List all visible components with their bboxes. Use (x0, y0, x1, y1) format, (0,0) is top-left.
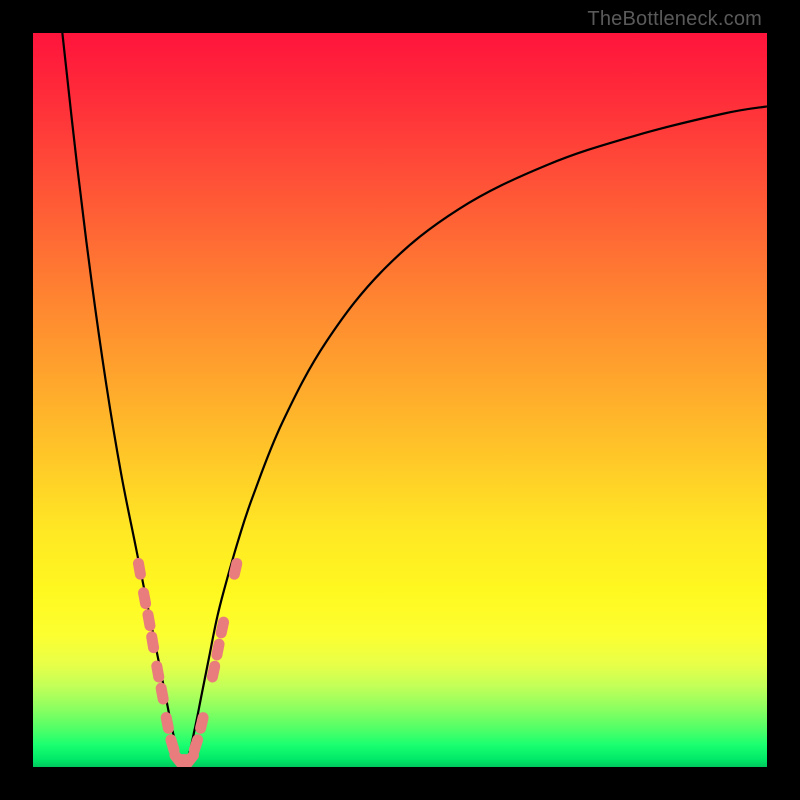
curve-markers (132, 557, 243, 767)
watermark-text: TheBottleneck.com (587, 8, 762, 31)
bottleneck-curve (62, 33, 767, 764)
curve-marker (228, 557, 244, 581)
curve-marker (142, 608, 157, 632)
bottleneck-curve-svg (33, 33, 767, 767)
curve-marker (137, 586, 152, 610)
plot-area (33, 33, 767, 767)
curve-marker (132, 557, 147, 581)
curve-marker (150, 660, 165, 684)
chart-frame: TheBottleneck.com (0, 0, 800, 800)
curve-marker (145, 630, 160, 654)
curve-marker (155, 682, 170, 706)
curve-marker (187, 733, 204, 757)
curve-marker (194, 711, 210, 735)
curve-marker (160, 711, 175, 735)
